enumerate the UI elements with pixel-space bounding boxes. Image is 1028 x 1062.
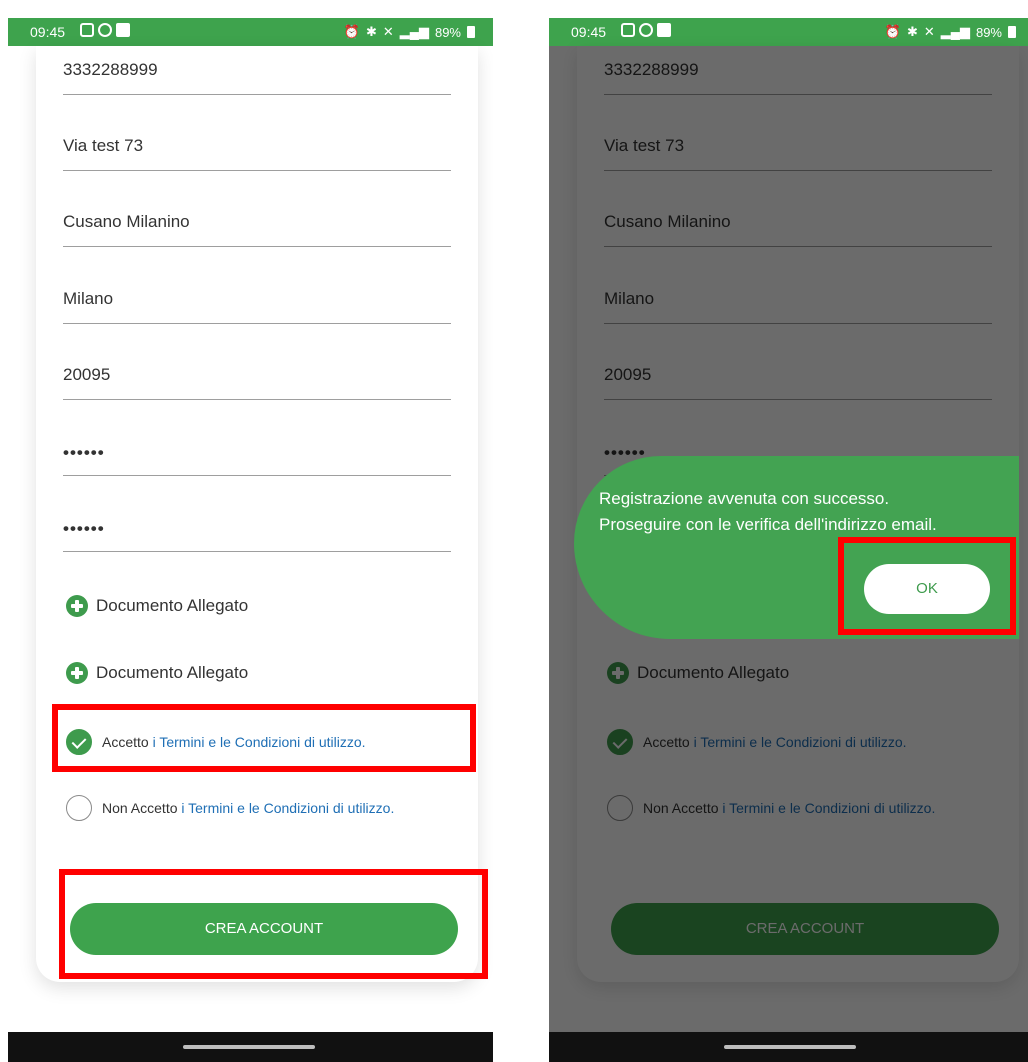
reject-terms-option[interactable]: Non Accetto i Termini e le Condizioni di…	[66, 795, 394, 821]
alarm-icon: ⏰	[884, 24, 901, 39]
attach-document-1[interactable]: Documento Allegato	[66, 595, 248, 617]
phone-screen-dialog: 09:45 ⏰ ✱ ✕ ▂▄▆ 89% 3332288999 Via test …	[549, 18, 1028, 1062]
bluetooth-icon: ✱	[365, 24, 377, 39]
status-time: 09:45	[30, 24, 66, 40]
phone-screen-form: 09:45 ⏰ ✱ ✕ ▂▄▆ 89% 3332288999 Via test …	[8, 18, 493, 1062]
signal-icon: ▂▄▆	[940, 24, 970, 39]
home-handle[interactable]	[183, 1045, 315, 1049]
status-bar: 09:45 ⏰ ✱ ✕ ▂▄▆ 89%	[8, 18, 493, 46]
navigation-bar	[549, 1032, 1028, 1062]
city-field[interactable]: Cusano Milanino	[63, 203, 451, 247]
terms-link[interactable]: i Termini e le Condizioni di utilizzo.	[153, 734, 366, 750]
accept-terms-option[interactable]: Accetto i Termini e le Condizioni di uti…	[66, 729, 366, 755]
battery-percent: 89%	[975, 24, 1002, 40]
phone-field[interactable]: 3332288999	[63, 51, 451, 95]
attach-document-2[interactable]: Documento Allegato	[66, 662, 248, 684]
password-field[interactable]: ••••••	[63, 432, 451, 476]
add-circle-icon	[66, 595, 88, 617]
status-bar: 09:45 ⏰ ✱ ✕ ▂▄▆ 89%	[549, 18, 1028, 46]
gallery-icon	[80, 23, 94, 37]
address-field[interactable]: Via test 73	[63, 127, 451, 171]
sync-icon	[639, 23, 653, 37]
alarm-icon: ⏰	[343, 24, 360, 39]
home-handle[interactable]	[724, 1045, 856, 1049]
battery-icon	[1008, 26, 1016, 38]
status-time: 09:45	[571, 24, 607, 40]
radio-checked-icon[interactable]	[66, 729, 92, 755]
terms-link[interactable]: i Termini e le Condizioni di utilizzo.	[181, 800, 394, 816]
navigation-bar	[8, 1032, 493, 1062]
radio-unchecked-icon[interactable]	[66, 795, 92, 821]
confirm-password-field[interactable]: ••••••	[63, 508, 451, 552]
success-dialog: Registrazione avvenuta con successo. Pro…	[574, 456, 1019, 639]
zip-field[interactable]: 20095	[63, 356, 451, 400]
battery-icon	[467, 26, 475, 38]
add-circle-icon	[66, 662, 88, 684]
signal-icon: ▂▄▆	[399, 24, 429, 39]
app-icon	[116, 23, 130, 37]
ok-button[interactable]: OK	[864, 564, 990, 614]
province-field[interactable]: Milano	[63, 280, 451, 324]
app-icon	[657, 23, 671, 37]
mute-icon: ✕	[923, 24, 935, 39]
dialog-message: Registrazione avvenuta con successo. Pro…	[599, 489, 937, 534]
sync-icon	[98, 23, 112, 37]
battery-percent: 89%	[434, 24, 461, 40]
bluetooth-icon: ✱	[906, 24, 918, 39]
mute-icon: ✕	[382, 24, 394, 39]
create-account-button[interactable]: CREA ACCOUNT	[70, 903, 458, 955]
gallery-icon	[621, 23, 635, 37]
